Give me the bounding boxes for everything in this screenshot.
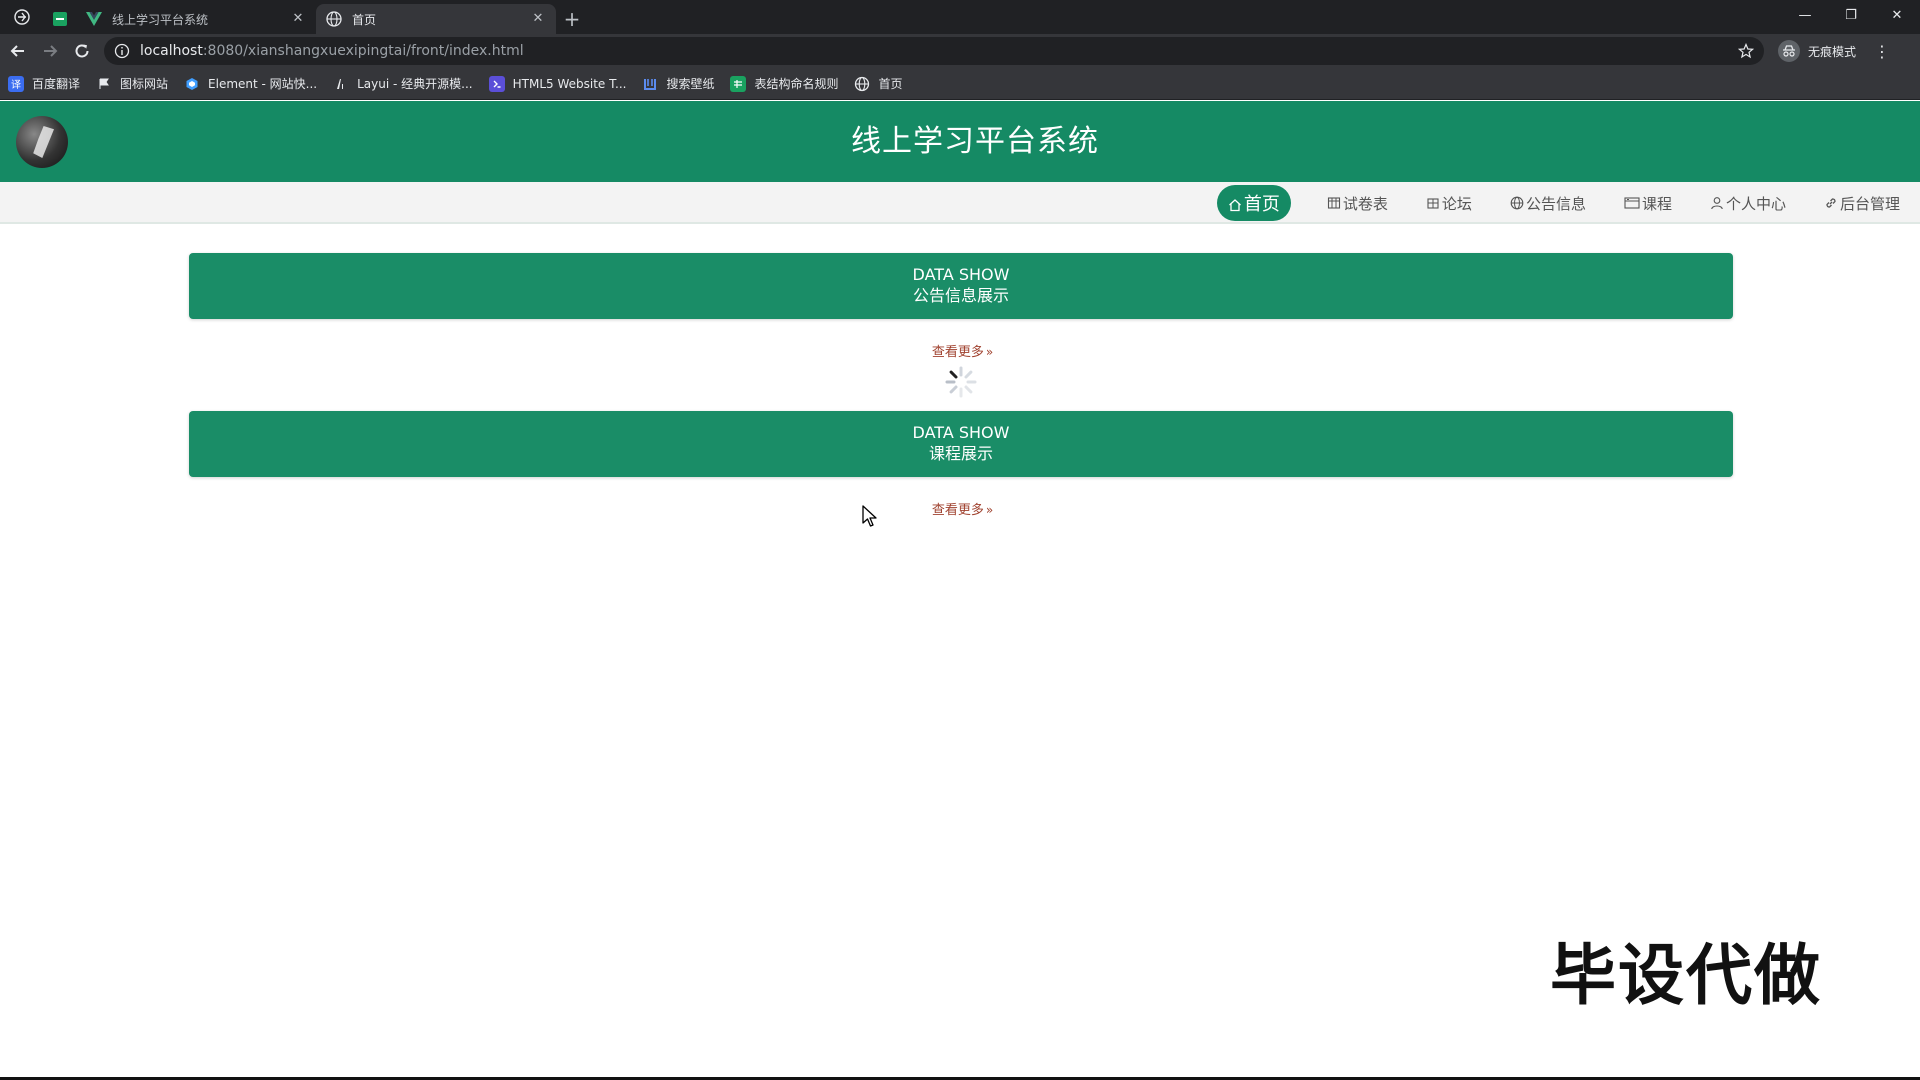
nav-item-label: 首页 — [1243, 194, 1280, 215]
browser-toolbar: localhost:8080/xianshangxuexipingtai/fro… — [0, 34, 1920, 68]
nav-item-label: 后台管理 — [1839, 194, 1900, 213]
close-icon[interactable]: ✕ — [290, 11, 306, 27]
watermark-text: 毕设代做 — [1550, 937, 1822, 1014]
pinned-tab[interactable] — [44, 4, 76, 34]
tab-title: 线上学习平台系统 — [112, 12, 209, 27]
site-title: 线上学习平台系统 — [851, 124, 1099, 159]
notice-section-header: DATA SHOW 公告信息展示 — [189, 253, 1733, 319]
section-title-cn: 课程展示 — [928, 444, 993, 463]
main-nav: 首页 试卷表 论坛 公告信息 课程 个人中心 后台管理 — [0, 182, 1920, 224]
bookmark-item[interactable]: HTML5 Website T... — [488, 75, 627, 92]
menu-kebab-icon[interactable]: ⋮ — [1874, 42, 1890, 61]
incognito-icon — [1778, 40, 1800, 62]
bookmark-label: Layui - 经典开源模... — [357, 77, 473, 91]
bookmark-label: 图标网站 — [120, 77, 169, 91]
bookmark-label: 搜索壁纸 — [666, 77, 715, 91]
nav-item-exam[interactable]: 试卷表 — [1325, 185, 1390, 221]
globe-icon — [326, 11, 342, 27]
nav-item-admin[interactable]: 后台管理 — [1822, 185, 1902, 221]
globe-icon — [854, 76, 870, 92]
nav-item-course[interactable]: 课程 — [1622, 185, 1674, 221]
bookmark-label: Element - 网站快... — [208, 77, 318, 91]
reload-icon[interactable] — [66, 35, 98, 67]
nav-item-label: 课程 — [1641, 194, 1672, 213]
link-icon — [1824, 196, 1838, 210]
nav-item-home[interactable]: 首页 — [1216, 185, 1291, 221]
window-controls: — ❐ ✕ — [1782, 0, 1920, 30]
tab-title: 首页 — [352, 12, 377, 27]
nav-item-profile[interactable]: 个人中心 — [1708, 185, 1788, 221]
address-bar[interactable]: localhost:8080/xianshangxuexipingtai/fro… — [104, 37, 1764, 65]
bookmark-star-icon[interactable] — [1738, 43, 1754, 59]
section-title-en: DATA SHOW — [912, 423, 1010, 442]
section-title-en: DATA SHOW — [912, 265, 1010, 284]
double-chevron-right-icon: » — [985, 345, 994, 359]
profile-label: 无痕模式 — [1808, 44, 1857, 59]
nav-item-forum[interactable]: 论坛 — [1424, 185, 1474, 221]
notice-more-link[interactable]: 查看更多» — [861, 341, 1061, 360]
course-more-link[interactable]: 查看更多» — [861, 499, 1061, 518]
exam-icon — [1327, 196, 1341, 210]
more-link-label: 查看更多 — [931, 345, 984, 360]
more-link-label: 查看更多 — [931, 503, 984, 518]
minimize-icon[interactable]: — — [1782, 0, 1828, 30]
globe-icon — [1510, 196, 1524, 210]
nav-item-label: 公告信息 — [1525, 194, 1586, 213]
url-host: localhost — [140, 43, 203, 59]
tab-home[interactable]: 首页 ✕ — [316, 4, 556, 34]
translate-icon: 译 — [8, 75, 24, 92]
flag-icon — [96, 76, 112, 92]
close-window-icon[interactable]: ✕ — [1874, 0, 1920, 30]
tab-learning-platform[interactable]: 线上学习平台系统 ✕ — [76, 4, 316, 34]
bookmark-item[interactable]: 表结构命名规则 — [730, 75, 838, 92]
bookmark-item[interactable]: 搜索壁纸 — [642, 75, 714, 92]
restore-icon[interactable]: ❐ — [1828, 0, 1874, 30]
bookmark-item[interactable]: Layui - 经典开源模... — [333, 75, 473, 92]
sheet-icon — [730, 75, 747, 92]
nav-item-notice[interactable]: 公告信息 — [1508, 185, 1588, 221]
vue-icon — [86, 11, 102, 27]
bookmark-label: HTML5 Website T... — [512, 76, 627, 91]
url-path: :8080/xianshangxuexipingtai/front/index.… — [202, 43, 524, 59]
bookmark-item[interactable]: Element - 网站快... — [184, 75, 317, 92]
tab-search-icon[interactable] — [0, 0, 44, 34]
nav-item-label: 论坛 — [1441, 194, 1472, 213]
loading-spinner-icon — [945, 366, 977, 398]
bookmarks-bar: 译 百度翻译 图标网站 Element - 网站快... Layui - 经典开… — [0, 68, 1920, 100]
course-section-header: DATA SHOW 课程展示 — [189, 411, 1733, 477]
info-icon[interactable] — [114, 43, 130, 59]
site-header: 线上学习平台系统 — [0, 101, 1920, 182]
back-icon[interactable] — [2, 35, 34, 67]
layui-icon — [333, 76, 349, 92]
close-icon[interactable]: ✕ — [530, 11, 546, 27]
forward-icon[interactable] — [34, 35, 66, 67]
new-tab-button[interactable]: + — [556, 4, 588, 34]
bookmark-item[interactable]: 译 百度翻译 — [8, 75, 80, 92]
bookmark-item[interactable]: 图标网站 — [96, 75, 168, 92]
double-chevron-right-icon: » — [985, 503, 994, 517]
mouse-cursor-icon — [862, 505, 877, 527]
html5-icon — [488, 75, 505, 92]
element-icon — [184, 76, 200, 92]
bookmark-label: 首页 — [878, 77, 903, 91]
nav-item-label: 个人中心 — [1725, 194, 1786, 213]
wallpaper-icon — [642, 76, 658, 92]
sheet-icon — [53, 12, 67, 26]
course-icon — [1624, 196, 1640, 210]
browser-tab-strip: 线上学习平台系统 ✕ 首页 ✕ + — ❐ ✕ — [0, 0, 1920, 34]
home-icon — [1228, 196, 1242, 212]
page-viewport: 线上学习平台系统 首页 试卷表 论坛 公告信息 课程 个人中心 后台管理 DAT… — [0, 101, 1920, 1077]
forum-icon — [1426, 196, 1440, 210]
user-icon — [1710, 196, 1724, 210]
section-title-cn: 公告信息展示 — [912, 286, 1009, 305]
incognito-profile[interactable]: 无痕模式 — [1778, 40, 1856, 62]
bookmark-label: 表结构命名规则 — [754, 77, 839, 91]
bookmark-label: 百度翻译 — [32, 77, 81, 91]
nav-item-label: 试卷表 — [1342, 194, 1388, 213]
bookmark-item[interactable]: 首页 — [854, 75, 903, 92]
